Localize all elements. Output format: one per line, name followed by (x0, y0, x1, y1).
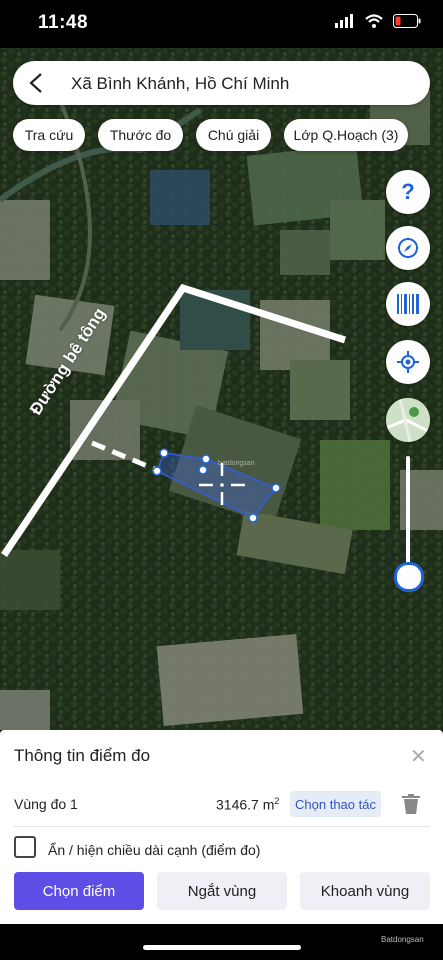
choose-point-button[interactable]: Chọn điểm (14, 872, 144, 910)
trash-icon[interactable] (402, 794, 420, 814)
close-icon[interactable]: ✕ (410, 744, 427, 769)
measure-info-panel: Thông tin điểm đo ✕ Vùng đo 1 3146.7 m2 … (0, 730, 443, 924)
divider (14, 826, 430, 827)
wifi-icon (365, 14, 383, 28)
home-indicator[interactable] (143, 945, 301, 950)
clock: 11:48 (38, 12, 89, 33)
map-layer-icon (386, 398, 430, 442)
signal-icon (335, 14, 353, 28)
break-zone-button[interactable]: Ngắt vùng (157, 872, 287, 910)
area-value: 3146.7 m2 (216, 796, 280, 813)
home-indicator-area (0, 924, 443, 960)
location-search-bar[interactable]: Xã Bình Khánh, Hồ Chí Minh (13, 61, 430, 105)
question-icon: ? (401, 179, 415, 204)
chip-lookup[interactable]: Tra cứu (13, 119, 85, 151)
crosshair-locate-icon (397, 351, 419, 373)
drill-zone-button[interactable]: Khoanh vùng (300, 872, 430, 910)
back-arrow-icon[interactable] (29, 72, 43, 94)
opacity-slider-track[interactable] (406, 456, 410, 574)
area-unit-exponent: 2 (274, 796, 280, 806)
locate-button[interactable] (386, 340, 430, 384)
opacity-slider-knob[interactable] (394, 562, 424, 592)
location-title: Xã Bình Khánh, Hồ Chí Minh (71, 74, 290, 93)
panel-title: Thông tin điểm đo (14, 746, 151, 765)
chip-planning-layer[interactable]: Lớp Q.Hoạch (3) (284, 119, 408, 151)
map-watermark: batdongsan (218, 460, 255, 467)
barcode-icon (397, 294, 419, 314)
chip-measure[interactable]: Thước đo (98, 119, 183, 151)
choose-action-button[interactable]: Chọn thao tác (290, 791, 381, 817)
compass-icon (398, 238, 418, 258)
toggle-edge-length-label: Ẩn / hiện chiều dài cạnh (điểm đo) (48, 842, 261, 858)
help-button[interactable]: ? (386, 170, 430, 214)
chip-legend[interactable]: Chú giải (196, 119, 271, 151)
compass-button[interactable] (386, 226, 430, 270)
zone-label: Vùng đo 1 (14, 796, 78, 812)
barcode-button[interactable] (386, 282, 430, 326)
status-bar: 11:48 (0, 0, 443, 48)
map-layer-button[interactable] (386, 398, 430, 442)
toggle-edge-length-checkbox[interactable] (14, 836, 36, 858)
footer-watermark: Batdongsan (381, 935, 424, 944)
battery-icon (393, 14, 421, 28)
